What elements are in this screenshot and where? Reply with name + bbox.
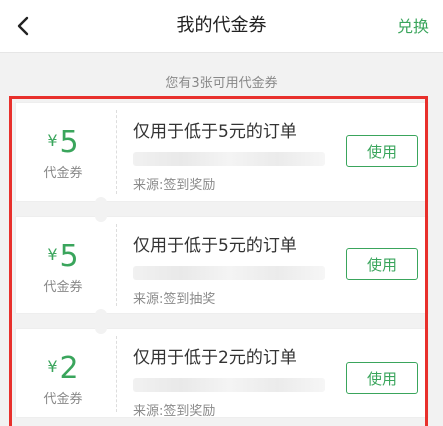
- top-bar: 我的代金券 兑换: [0, 0, 443, 53]
- page-title: 我的代金券: [176, 15, 267, 36]
- highlight-border: [9, 96, 428, 426]
- exchange-button[interactable]: 兑换: [397, 15, 429, 39]
- voucher-count-text: 您有3张可用代金券: [165, 76, 278, 91]
